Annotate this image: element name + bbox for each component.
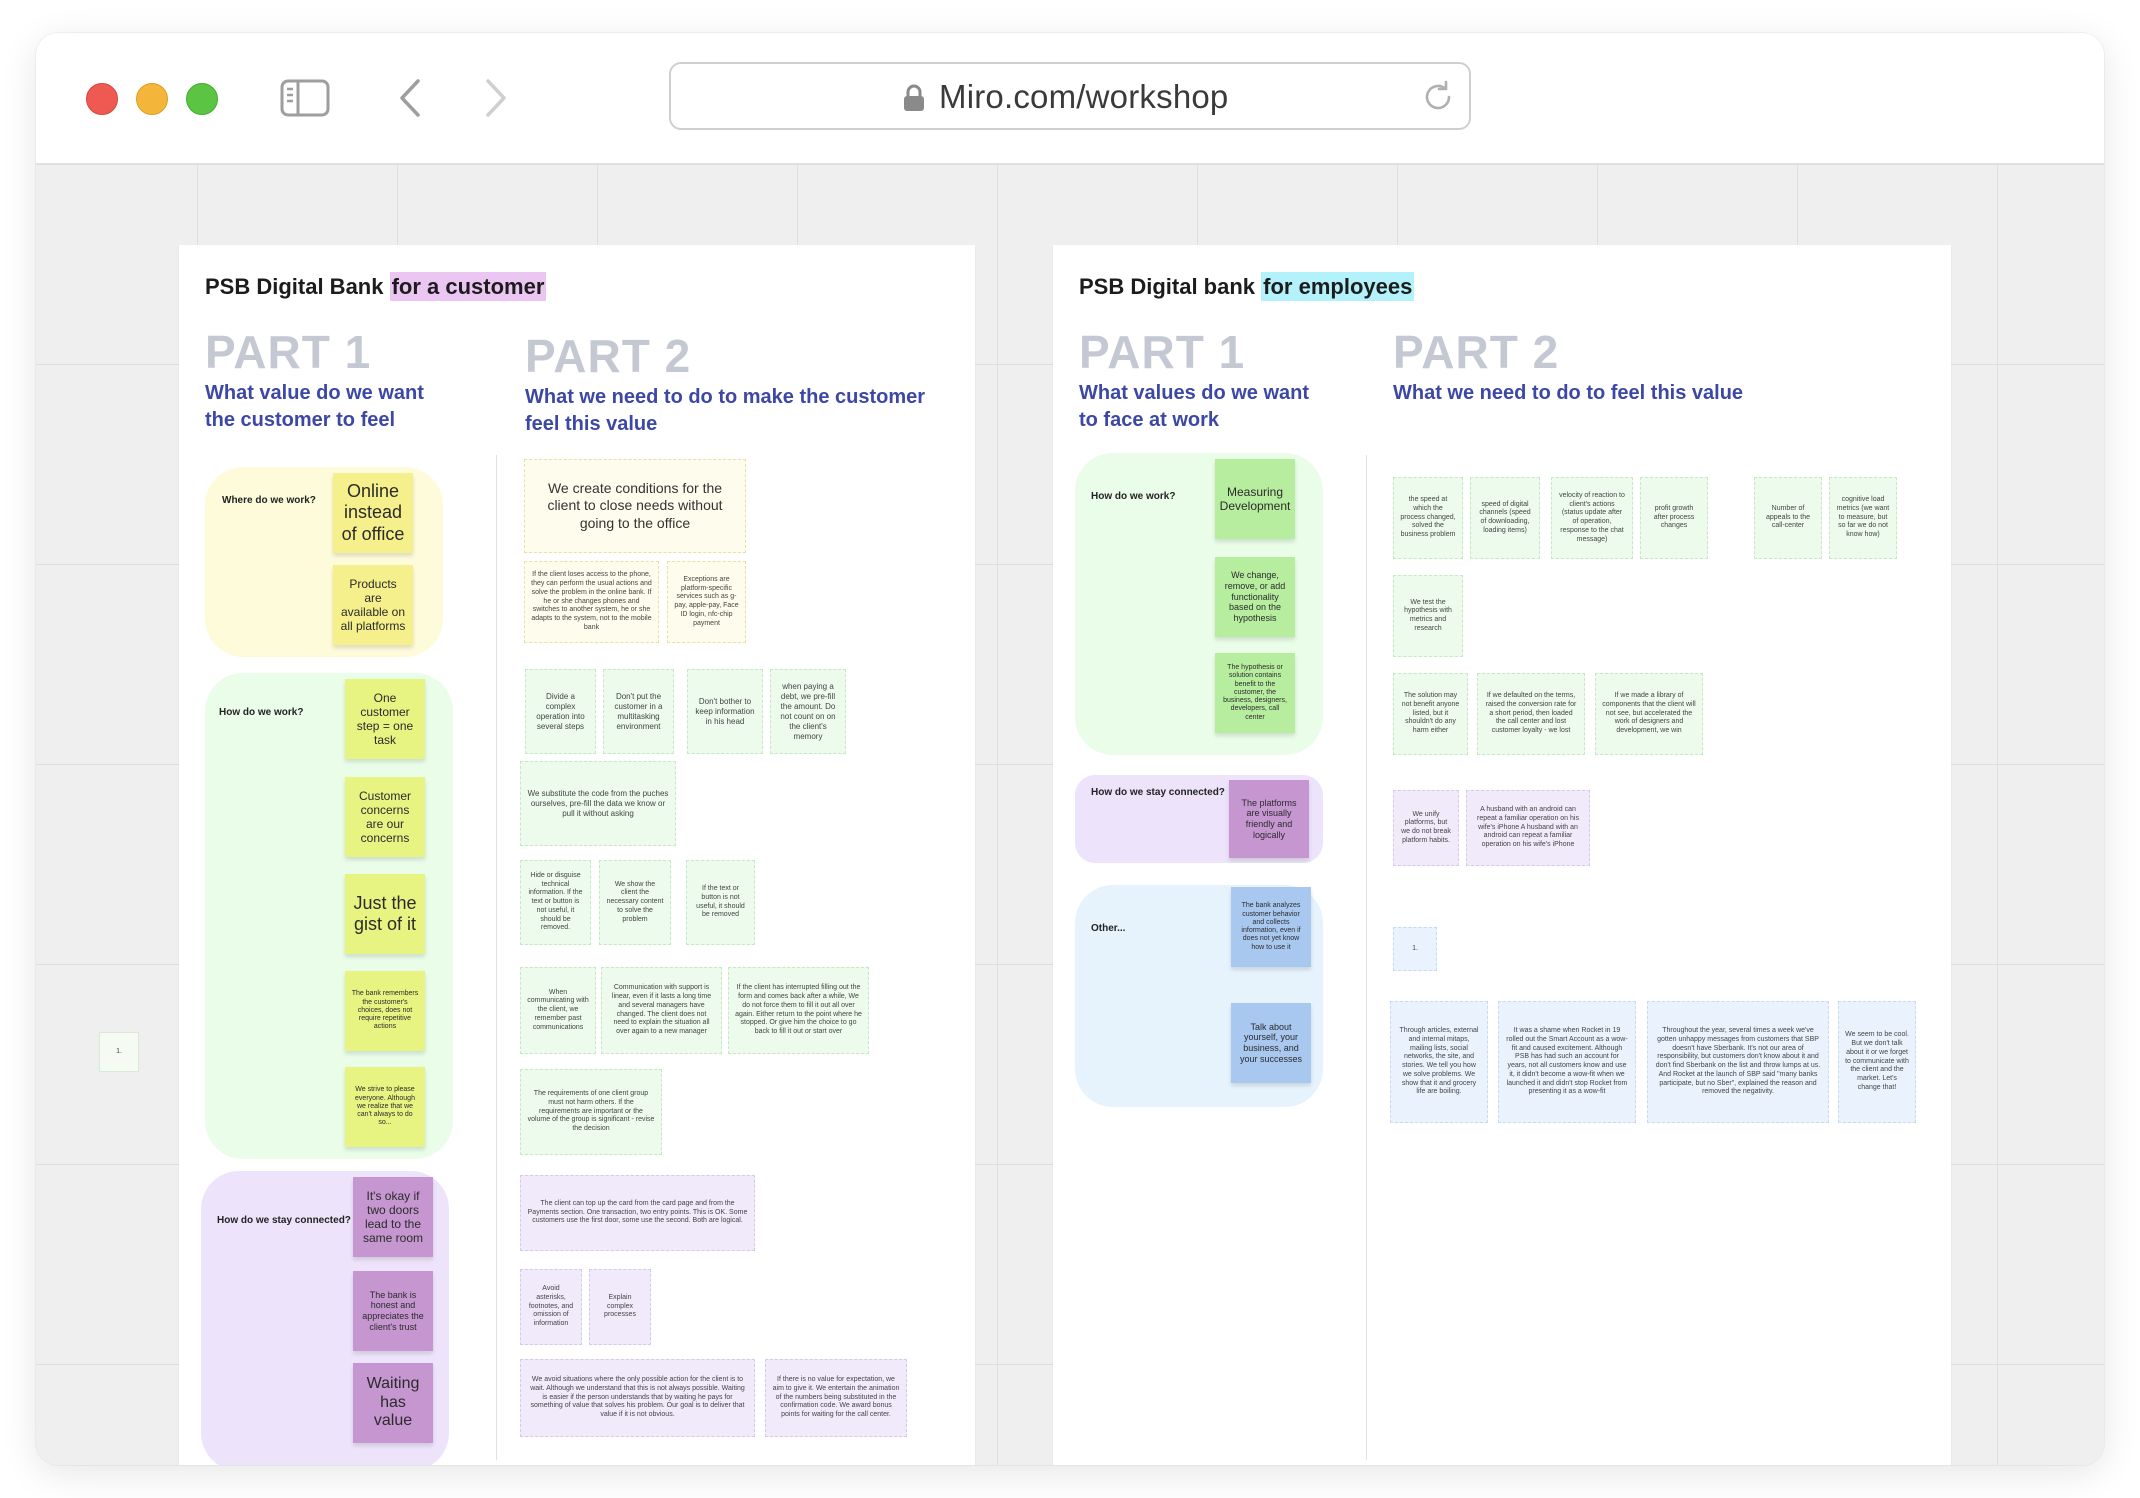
- part1-question: What values do we want to face at work: [1079, 382, 1310, 431]
- sticky-note[interactable]: The platforms are visually friendly and …: [1229, 780, 1309, 858]
- frame-title-customer: PSB Digital Bank for a customer: [205, 272, 547, 301]
- group-stay-connected[interactable]: How do we stay connected? The platforms …: [1075, 775, 1323, 863]
- card-success-1[interactable]: Through articles, external and internal …: [1390, 1001, 1488, 1123]
- card-where-b[interactable]: Exceptions are platform-specific service…: [667, 561, 746, 643]
- reload-icon[interactable]: [1421, 80, 1455, 119]
- part2-question: What we need to do to feel this value: [1393, 382, 1744, 404]
- card-honest-2[interactable]: Explain complex processes: [589, 1269, 651, 1345]
- forward-arrow-icon[interactable]: [476, 77, 516, 119]
- sticky-note[interactable]: Customer concerns are our concerns: [345, 777, 425, 857]
- sticky-note[interactable]: Online instead of office: [333, 473, 413, 553]
- sticky-note[interactable]: The bank analyzes customer behavior and …: [1231, 887, 1311, 967]
- sticky-note[interactable]: The bank is honest and appreciates the c…: [353, 1271, 433, 1351]
- card-gist-3[interactable]: If the text or button is not useful, it …: [686, 860, 755, 945]
- group-how-we-work[interactable]: How do we work? One customer step = one …: [205, 673, 453, 1159]
- card-metric-6[interactable]: Number of appeals to the call-center: [1754, 477, 1822, 559]
- frame-title-text: PSB Digital bank: [1079, 274, 1262, 299]
- card-metric-4[interactable]: profit growth after process changes: [1640, 477, 1708, 559]
- part2-label: PART 2: [525, 330, 692, 382]
- card-benefit-3[interactable]: If we made a library of components that …: [1595, 673, 1703, 755]
- column-divider: [496, 455, 497, 1460]
- address-bar[interactable]: Miro.com/workshop: [669, 62, 1471, 130]
- frame-title-highlight: for a customer: [389, 272, 547, 301]
- part1-label: PART 1: [1079, 326, 1246, 378]
- card-platform-2[interactable]: A husband with an android can repeat a f…: [1466, 790, 1590, 866]
- card-metric-1[interactable]: the speed at which the process changed, …: [1393, 477, 1463, 559]
- card-hypo-1[interactable]: We test the hypothesis with metrics and …: [1393, 575, 1463, 657]
- card-remember-2[interactable]: Communication with support is linear, ev…: [601, 967, 722, 1054]
- address-url: Miro.com/workshop: [939, 78, 1229, 115]
- back-arrow-icon[interactable]: [390, 77, 430, 119]
- card-remember-3[interactable]: If the client has interrupted filling ou…: [728, 967, 869, 1054]
- sticky-note[interactable]: The bank remembers the customer's choice…: [345, 971, 425, 1051]
- side-note-card[interactable]: 1.: [99, 1032, 139, 1072]
- card-success-4[interactable]: We seem to be cool. But we don't talk ab…: [1838, 1001, 1916, 1123]
- group-where-we-work[interactable]: Where do we work? Online instead of offi…: [205, 467, 443, 657]
- sidebar-toggle-icon[interactable]: [280, 77, 330, 119]
- sticky-note[interactable]: It's okay if two doors lead to the same …: [353, 1177, 433, 1257]
- minimize-window-button[interactable]: [136, 83, 168, 115]
- lock-icon: [903, 84, 925, 117]
- frame-title-text: PSB Digital Bank: [205, 274, 390, 299]
- miro-board-canvas[interactable]: 1. PSB Digital Bank for a customer PART …: [36, 164, 2104, 1465]
- group-other[interactable]: Other... The bank analyzes customer beha…: [1075, 885, 1323, 1107]
- part1-label: PART 1: [205, 326, 372, 378]
- sticky-note[interactable]: Products are available on all platforms: [333, 565, 413, 645]
- frame-title-highlight: for employees: [1261, 272, 1415, 301]
- group-label: How do we stay connected?: [1091, 787, 1225, 798]
- sticky-note[interactable]: Measuring Development: [1215, 459, 1295, 539]
- card-where-a[interactable]: If the client loses access to the phone,…: [524, 561, 659, 643]
- group-label: Other...: [1091, 923, 1126, 934]
- group-how-we-work[interactable]: How do we work? Measuring Development We…: [1075, 453, 1323, 755]
- browser-window: Miro.com/workshop 1. PSB Digital Bank fo…: [36, 33, 2104, 1465]
- sticky-note[interactable]: Talk about yourself, your business, and …: [1231, 1003, 1311, 1083]
- card-please-1[interactable]: The requirements of one client group mus…: [520, 1069, 662, 1155]
- card-benefit-1[interactable]: The solution may not benefit anyone list…: [1393, 673, 1468, 755]
- close-window-button[interactable]: [86, 83, 118, 115]
- group-label: How do we stay connected?: [217, 1215, 351, 1226]
- card-gist-1[interactable]: Hide or disguise technical information. …: [520, 860, 591, 945]
- card-metric-7[interactable]: cognitive load metrics (we want to measu…: [1829, 477, 1897, 559]
- card-where-main[interactable]: We create conditions for the client to c…: [524, 459, 746, 553]
- sticky-note[interactable]: One customer step = one task: [345, 679, 425, 759]
- sticky-note[interactable]: We strive to please everyone. Although w…: [345, 1067, 425, 1147]
- sticky-note[interactable]: Just the gist of it: [345, 874, 425, 954]
- part1-question: What value do we want the customer to fe…: [205, 382, 424, 431]
- sticky-note[interactable]: We change, remove, or add functionality …: [1215, 557, 1295, 637]
- card-other-1[interactable]: 1.: [1393, 927, 1437, 971]
- card-gist-2[interactable]: We show the client the necessary content…: [599, 860, 671, 945]
- card-concern-1[interactable]: We substitute the code from the puches o…: [520, 761, 676, 846]
- card-step-3[interactable]: Don't bother to keep information in his …: [687, 669, 763, 754]
- card-remember-1[interactable]: When communicating with the client, we r…: [520, 967, 596, 1054]
- group-stay-connected[interactable]: How do we stay connected? It's okay if t…: [201, 1171, 449, 1465]
- frame-employees[interactable]: PSB Digital bank for employees PART 1 Wh…: [1053, 245, 1951, 1465]
- card-success-3[interactable]: Throughout the year, several times a wee…: [1647, 1001, 1829, 1123]
- card-wait-2[interactable]: If there is no value for expectation, we…: [765, 1359, 907, 1437]
- frame-customer[interactable]: PSB Digital Bank for a customer PART 1 W…: [179, 245, 975, 1465]
- part2-question: What we need to do to make the customer …: [525, 386, 926, 435]
- card-step-2[interactable]: Don't put the customer in a multitasking…: [603, 669, 674, 754]
- sticky-note[interactable]: Waiting has value: [353, 1363, 433, 1443]
- card-platform-1[interactable]: We unify platforms, but we do not break …: [1393, 790, 1459, 866]
- group-label: How do we work?: [219, 707, 304, 718]
- frame-title-employees: PSB Digital bank for employees: [1079, 272, 1415, 301]
- card-benefit-2[interactable]: If we defaulted on the terms, raised the…: [1477, 673, 1585, 755]
- card-success-2[interactable]: It was a shame when Rocket in 19 rolled …: [1498, 1001, 1636, 1123]
- card-wait-1[interactable]: We avoid situations where the only possi…: [520, 1359, 755, 1437]
- card-step-4[interactable]: when paying a debt, we pre-fill the amou…: [770, 669, 846, 754]
- maximize-window-button[interactable]: [186, 83, 218, 115]
- card-step-1[interactable]: Divide a complex operation into several …: [525, 669, 596, 754]
- card-metric-3[interactable]: velocity of reaction to client's actions…: [1551, 477, 1633, 559]
- group-label: Where do we work?: [222, 495, 316, 506]
- group-label: How do we work?: [1091, 491, 1176, 502]
- card-doors-1[interactable]: The client can top up the card from the …: [520, 1175, 755, 1251]
- card-metric-2[interactable]: speed of digital channels (speed of down…: [1470, 477, 1540, 559]
- browser-toolbar: Miro.com/workshop: [36, 33, 2104, 164]
- sticky-note[interactable]: The hypothesis or solution contains bene…: [1215, 653, 1295, 733]
- column-divider: [1366, 455, 1367, 1460]
- card-honest-1[interactable]: Avoid asterisks, footnotes, and omission…: [520, 1269, 582, 1345]
- part2-label: PART 2: [1393, 326, 1560, 378]
